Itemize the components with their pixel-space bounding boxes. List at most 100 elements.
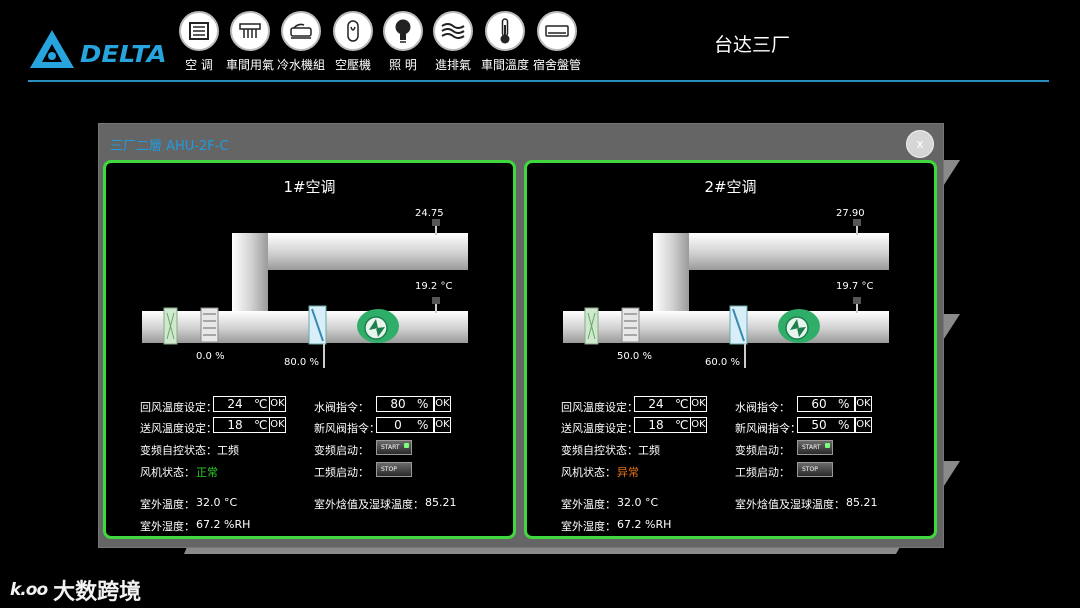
damper-icon [621,307,640,343]
fan-status-label: 风机状态： [140,466,195,479]
outdoor-temp-label: 室外温度： [561,498,616,511]
input-value: 24 [648,397,664,411]
vfd-mode-status: 变频自控状态：工频 [561,444,660,457]
water-valve-ok-button[interactable]: OK [434,396,451,412]
nav-air-compressor[interactable]: 空壓機 [327,11,379,73]
brand-name: DELTA [80,42,167,68]
return-air-reading: 24.75 [415,208,444,219]
fan-status-value: 正常 [196,466,218,479]
outdoor-enthalpy-label: 室外焓值及湿球温度： [735,498,845,511]
ahu-modal: 三厂二層 AHU-2F-C x 1#空调 24.75 19.2 °C 0.0 %… [99,124,943,547]
button-label: START [802,444,821,451]
input-value: 50 [811,418,827,432]
input-unit: ℃ [675,418,689,432]
damper-icon [200,307,219,343]
supply-temp-set-input[interactable]: 18 ℃ [213,417,271,433]
input-value: 18 [648,418,664,432]
input-unit: % [838,418,850,432]
ahu-panel-2: 2#空调 27.90 19.7 °C 50.0 % 60.0 % 回风温度设定：… [524,160,937,539]
input-value: 0 [394,418,402,432]
supply-temp-set-label: 送风温度设定： [561,422,638,435]
water-valve-cmd-label: 水阀指令： [314,401,369,414]
return-air-sensor [853,219,861,226]
vfd-start-label: 变频启动： [735,444,790,457]
input-unit: ℃ [254,418,268,432]
supply-air-sensor [432,297,440,304]
return-temp-set-label: 回风温度设定： [561,401,638,414]
nav-label: 照 明 [389,58,417,72]
air-compressor-icon [333,11,373,51]
line-stop-button[interactable]: STOP [797,462,833,477]
supply-temp-ok-button[interactable]: OK [269,417,286,433]
outdoor-humidity-value: 67.2 %RH [196,518,251,531]
return-temp-ok-button[interactable]: OK [269,396,286,412]
fresh-valve-ok-button[interactable]: OK [855,417,872,433]
watermark-text: 大数跨境 [53,580,142,605]
nav-ac[interactable]: 空 调 [173,11,225,73]
input-unit: ℃ [254,397,268,411]
nav-label: 空壓機 [334,58,371,72]
outdoor-enthalpy-value: 85.21 [846,496,878,509]
coil-icon [537,11,577,51]
fresh-valve-cmd-input[interactable]: 0% [376,417,434,433]
nav-label: 進排氣 [434,58,471,72]
outdoor-enthalpy-label: 室外焓值及湿球温度： [314,498,424,511]
water-valve-cmd-input[interactable]: 60% [797,396,855,412]
water-valve-ok-button[interactable]: OK [855,396,872,412]
supply-duct [563,311,889,343]
vfd-start-button[interactable]: START [376,440,412,455]
close-button[interactable]: x [906,130,934,158]
line-start-label: 工频启动： [314,466,369,479]
button-label: START [381,444,400,451]
outdoor-temp-value: 32.0 °C [617,496,659,509]
supply-fan-icon [357,309,399,343]
watermark-logo: k.oo [10,580,48,600]
status-led-icon [404,443,409,448]
return-air-sensor [432,219,440,226]
watermark: k.oo 大数跨境 [10,574,141,606]
nav-lighting[interactable]: 照 明 [377,11,429,73]
fresh-damper-position: 50.0 % [617,351,652,362]
header-divider [28,80,1049,82]
nav-ventilation[interactable]: 進排氣 [427,11,479,73]
fresh-valve-ok-button[interactable]: OK [434,417,451,433]
nav-label: 車間用氣 [225,58,274,72]
return-temp-set-input[interactable]: 24 ℃ [213,396,271,412]
thermometer-icon [485,11,525,51]
supply-fan-icon [778,309,820,343]
water-valve-position: 60.0 % [705,357,740,368]
input-unit: % [417,397,429,411]
vfd-start-button[interactable]: START [797,440,833,455]
outdoor-humidity-value: 67.2 %RH [617,518,672,531]
fresh-valve-cmd-input[interactable]: 50% [797,417,855,433]
supply-temp-set-label: 送风温度设定： [140,422,217,435]
ahu-panel-1: 1#空调 24.75 19.2 °C 0.0 % 80.0 % 回风温度设定： … [103,160,516,539]
return-temp-ok-button[interactable]: OK [690,396,707,412]
supply-temp-set-input[interactable]: 18 ℃ [634,417,692,433]
outdoor-humidity-label: 室外湿度： [561,520,616,533]
line-stop-button[interactable]: STOP [376,462,412,477]
outdoor-temp-label: 室外温度： [140,498,195,511]
water-valve-cmd-input[interactable]: 80% [376,396,434,412]
return-temp-set-input[interactable]: 24 ℃ [634,396,692,412]
filter-icon [584,307,599,345]
close-icon: x [916,137,924,151]
vfd-mode-status: 变频自控状态：工频 [140,444,239,457]
input-value: 80 [390,397,406,411]
fresh-valve-cmd-label: 新风阀指令： [735,422,801,435]
supply-temp-ok-button[interactable]: OK [690,417,707,433]
nav-chiller[interactable]: 冷水機組 [275,11,327,73]
air-supply-icon [230,11,270,51]
nav-air-supply[interactable]: 車間用氣 [224,11,276,73]
nav-workshop-temp[interactable]: 車間溫度 [479,11,531,73]
water-valve-cmd-label: 水阀指令： [735,401,790,414]
nav-dorm-coil[interactable]: 宿舍盤管 [531,11,583,73]
return-air-reading: 27.90 [836,208,865,219]
outdoor-temp-value: 32.0 °C [196,496,238,509]
input-unit: ℃ [675,397,689,411]
input-unit: % [417,418,429,432]
button-label: STOP [802,466,818,473]
delta-logo: DELTA [28,28,167,72]
nav-label: 空 调 [185,58,213,72]
ventilation-icon [433,11,473,51]
